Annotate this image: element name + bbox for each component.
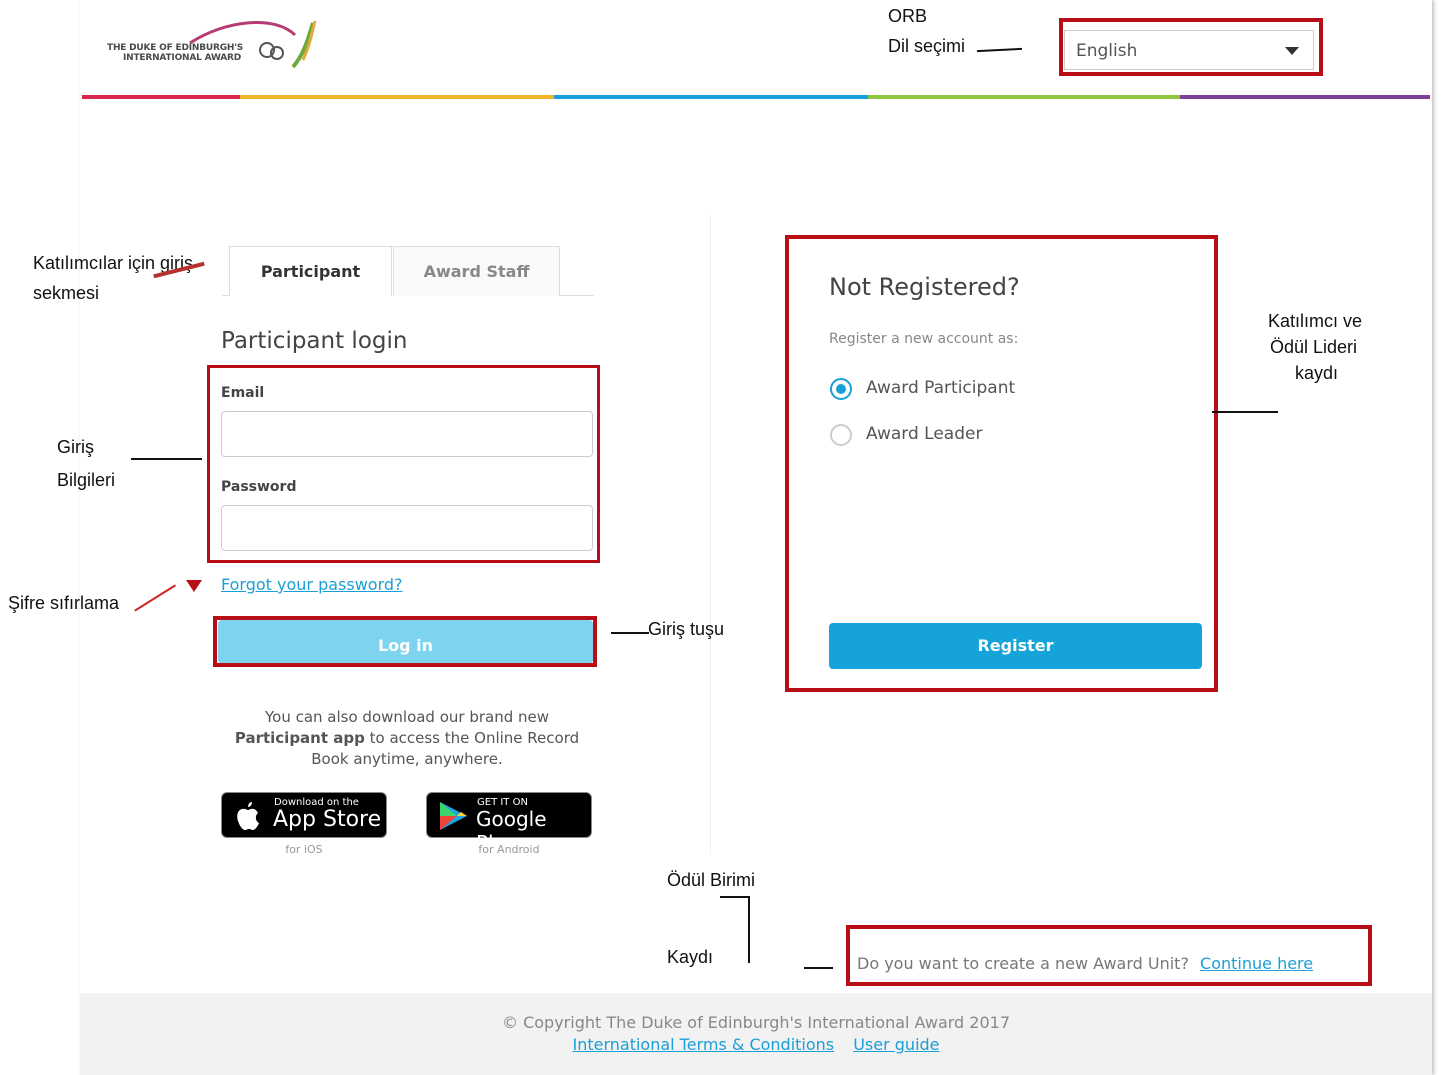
header-stripe-yellow [240,95,554,99]
connector-credentials [131,458,202,460]
terms-link[interactable]: International Terms & Conditions [572,1035,834,1054]
app-promo-text: You can also download our brand new Part… [221,707,593,770]
header-stripe-red [82,95,240,99]
app-promo-line-2: to access the Online Record [364,729,580,747]
user-guide-link[interactable]: User guide [853,1035,939,1054]
note-register-3: kaydı [1295,363,1339,383]
login-title: Participant login [221,328,408,354]
app-promo-line-1: You can also download our brand new [264,708,550,726]
logo-text: THE DUKE OF EDINBURGH'S INTERNATIONAL AW… [107,43,243,63]
header-stripe-green [868,95,1180,99]
note-register-2: Ödül Lideri [1270,337,1358,357]
connector-award-unit-vertical [748,896,750,963]
google-play-icon [440,802,467,830]
annotation-box-award-unit [846,925,1372,986]
header-stripe-blue [554,95,868,99]
tab-participant[interactable]: Participant [229,246,392,296]
google-play-caption: for Android [478,843,540,856]
note-award-unit-1: Ödül Birimi [667,870,756,890]
connector-award-unit [804,967,833,969]
apple-icon [237,802,259,830]
google-play-badge[interactable]: GET IT ON Google Play [426,792,592,855]
logo-line-2: INTERNATIONAL AWARD [123,53,242,63]
footer-links: International Terms & Conditions User gu… [80,1035,1432,1054]
header-stripe-purple [1180,95,1430,99]
note-credentials-2: Bilgileri [57,470,116,490]
forgot-password-link[interactable]: Forgot your password? [221,575,403,594]
note-login-button: Giriş tuşu [648,619,725,639]
annotation-box-register [785,235,1218,692]
logo-line-1: THE DUKE OF EDINBURGH'S [107,43,244,53]
tab-baseline [560,295,594,296]
note-language: Dil seçimi [888,36,966,56]
column-divider [710,215,711,855]
app-store-big: App Store [273,807,382,832]
app-store-badge[interactable]: Download on the App Store [221,792,387,838]
note-tab-2: sekmesi [33,283,100,303]
note-password-reset: Şifre sıfırlama [8,593,120,613]
connector-register [1212,411,1278,413]
app-promo-line-3: Book anytime, anywhere. [311,750,503,768]
connector-login-button [611,632,649,634]
copyright-text: © Copyright The Duke of Edinburgh's Inte… [502,1013,1010,1032]
annotation-box-language [1059,18,1323,76]
tab-baseline-left [222,295,229,296]
annotation-box-login [213,616,597,667]
triangle-down-icon [186,580,202,592]
note-orb: ORB [888,6,928,26]
annotation-box-credentials [207,365,600,563]
app-promo-bold: Participant app [234,729,365,747]
app-store-caption: for iOS [285,843,323,856]
note-register-1: Katılımcı ve [1268,311,1363,331]
note-credentials-1: Giriş [57,437,94,457]
note-award-unit-2: Kaydı [667,947,714,967]
tab-award-staff[interactable]: Award Staff [393,246,560,296]
connector-award-unit-top [720,896,749,898]
footer: © Copyright The Duke of Edinburgh's Inte… [80,993,1432,1075]
